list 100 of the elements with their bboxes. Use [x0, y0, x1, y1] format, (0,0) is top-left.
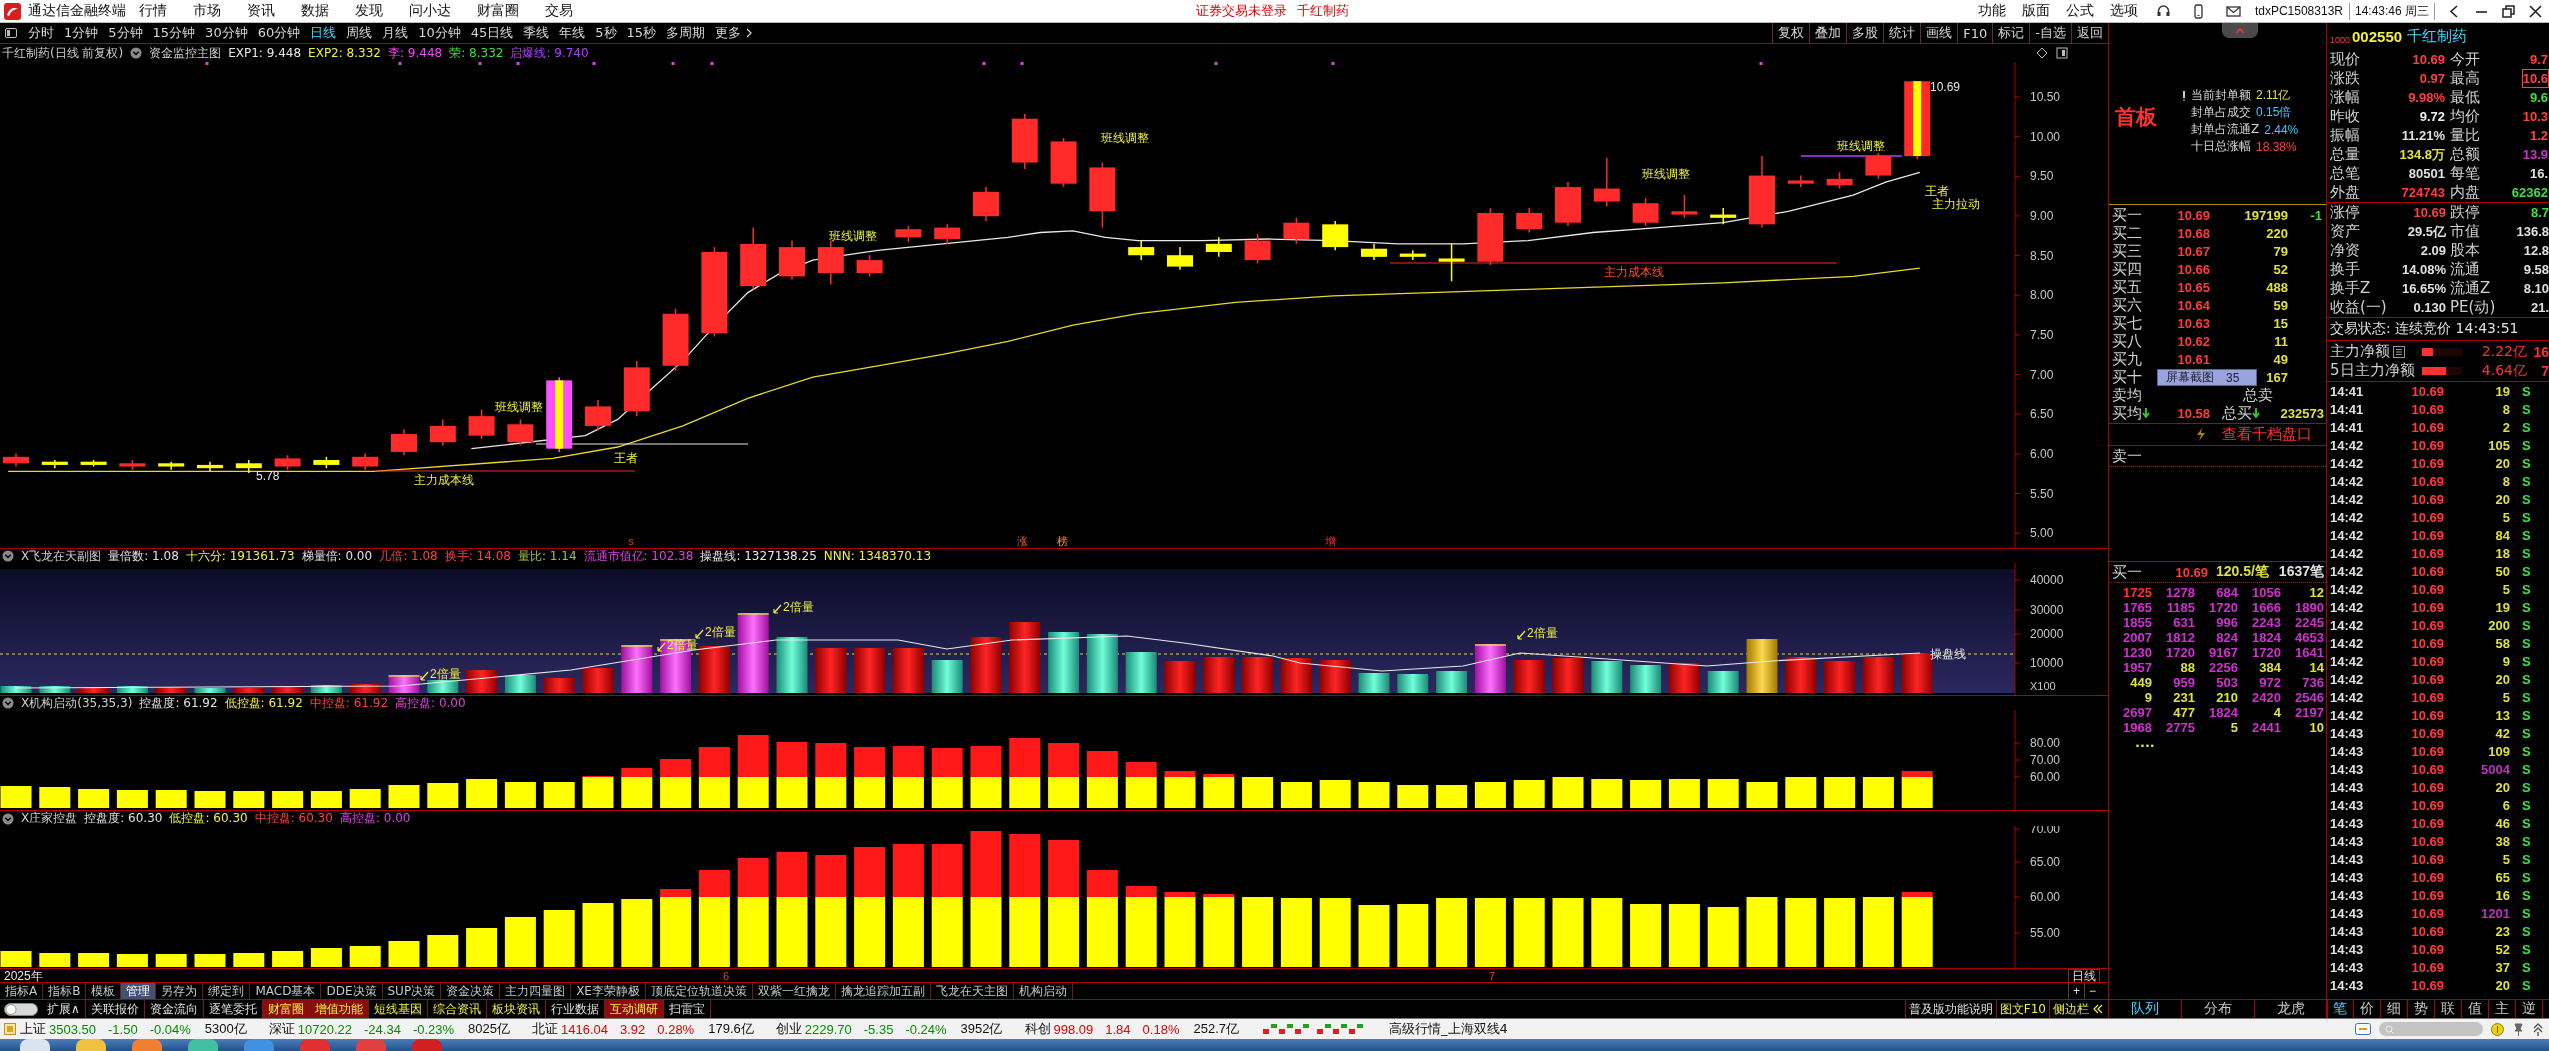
menu-item[interactable]: 发现 — [342, 2, 396, 20]
index-name[interactable]: 北证 — [532, 1020, 558, 1038]
tick-side: S — [2521, 797, 2532, 813]
control-bar — [621, 768, 653, 808]
candle — [1128, 239, 1155, 261]
period-tab[interactable]: 1分钟 — [59, 24, 104, 42]
tick-side: S — [2521, 545, 2532, 561]
volume-bar — [1707, 671, 1739, 693]
candle — [507, 418, 534, 447]
toolbar-button[interactable]: F10 — [1957, 23, 1993, 43]
volume-bar — [815, 648, 847, 693]
menu-item[interactable]: 公式 — [2057, 2, 2102, 20]
coin-icon[interactable] — [2491, 1022, 2504, 1036]
queue-order-cell-text: 684 — [2215, 585, 2238, 601]
queue-order-cell-text: 12 — [2308, 585, 2324, 601]
menu-item[interactable]: 数据 — [288, 2, 342, 20]
toolbar-button[interactable]: 复权 — [1772, 23, 1810, 43]
period-tab[interactable]: 分时 — [23, 24, 59, 42]
period-tab[interactable]: 15分钟 — [147, 24, 201, 42]
control-bar — [1397, 904, 1429, 967]
toolbar-button[interactable]: 多股 — [1846, 23, 1884, 43]
period-tab[interactable]: 年线 — [554, 24, 591, 42]
toolbar-button[interactable]: 返回 — [2071, 23, 2108, 43]
menu-item[interactable]: 资讯 — [234, 2, 288, 20]
tick-side: S — [2521, 509, 2532, 525]
period-tab[interactable]: 季线 — [518, 24, 555, 42]
control-bar — [1319, 898, 1351, 967]
sidebar-toggle-icon[interactable] — [5, 27, 17, 39]
mail-icon[interactable] — [2225, 3, 2241, 19]
double-chevron-left-icon[interactable] — [2092, 1003, 2104, 1015]
period-tab[interactable]: 30分钟 — [200, 24, 253, 42]
menu-item[interactable]: 行情 — [126, 2, 180, 20]
menu-item[interactable]: 问小达 — [396, 2, 464, 20]
list-icon[interactable] — [2393, 345, 2405, 358]
taskbar-app-icon[interactable] — [20, 1039, 50, 1051]
control-bar — [892, 746, 924, 808]
login-notice[interactable]: 证券交易未登录 — [1196, 2, 1288, 20]
menu-item[interactable]: 版面 — [2013, 2, 2058, 20]
toggle-switch-icon[interactable] — [4, 1002, 38, 1016]
period-tab[interactable]: 周线 — [341, 24, 378, 42]
function-tab[interactable]: 互动调研 — [604, 1000, 664, 1018]
index-name[interactable]: 上证 — [20, 1020, 46, 1038]
panel-icon[interactable] — [2056, 47, 2068, 59]
indicator-title[interactable]: 资金监控主图 — [149, 44, 222, 62]
toolbar-button[interactable]: -自选 — [2029, 23, 2071, 43]
indicator-value: 中控盘: 61.92 — [309, 694, 389, 712]
period-tab[interactable]: 月线 — [377, 24, 414, 42]
headset-icon[interactable] — [2155, 3, 2171, 19]
depth-link[interactable]: 查看千档盘口 — [2109, 424, 2326, 446]
queue-order-cell-text: 1968 — [2122, 720, 2152, 736]
pin-icon[interactable] — [2512, 1022, 2525, 1036]
collapse-tab[interactable] — [2222, 23, 2258, 38]
indicator-title[interactable]: X飞龙在天副图 — [21, 547, 102, 565]
arrows-up-icon[interactable] — [2533, 1022, 2543, 1036]
period-tab[interactable]: 60分钟 — [252, 24, 306, 42]
period-tab[interactable]: 15秒 — [621, 24, 662, 42]
menu-item[interactable]: 交易 — [532, 2, 586, 20]
close-icon[interactable] — [2529, 4, 2542, 18]
control-bar — [1125, 762, 1157, 808]
function-tab[interactable]: 增值功能 — [309, 1000, 369, 1018]
toolbar-button[interactable]: 统计 — [1883, 23, 1921, 43]
tick-time: 14:43 — [2330, 923, 2365, 939]
queue-per-order: 120.5/笔 — [2216, 563, 2269, 582]
period-tab[interactable]: 5秒 — [590, 24, 622, 42]
period-tab[interactable]: 5分钟 — [103, 24, 148, 42]
tick-side: S — [2521, 437, 2532, 453]
keyboard-icon[interactable] — [2355, 1023, 2371, 1035]
menu-item[interactable]: 市场 — [180, 2, 234, 20]
tick-price: 10.69 — [2410, 527, 2444, 543]
control-bar — [970, 746, 1002, 808]
index-name[interactable]: 科创 — [1024, 1020, 1051, 1038]
more-button[interactable]: 更多 — [710, 24, 744, 42]
menu-item[interactable]: 财富圈 — [464, 2, 532, 20]
indicator-title[interactable]: X庄家控盘 — [21, 810, 78, 827]
tick-side: S — [2521, 599, 2532, 615]
taskbar-app-icon[interactable] — [76, 1039, 106, 1051]
toolbar-button[interactable]: 标记 — [1992, 23, 2030, 43]
indicator-title[interactable]: X机构启动(35,35,3) — [21, 694, 133, 712]
tick-side: S — [2521, 491, 2532, 507]
diamond-icon[interactable] — [2036, 47, 2048, 59]
period-tab[interactable]: 多周期 — [661, 24, 711, 42]
menu-item[interactable]: 选项 — [2101, 2, 2146, 20]
restore-icon[interactable] — [2502, 4, 2515, 18]
toolbar-button[interactable]: 叠加 — [1809, 23, 1847, 43]
tick-volume: 6 — [2502, 797, 2510, 813]
menu-item[interactable]: 功能 — [1969, 2, 2014, 20]
control-bar — [233, 791, 265, 808]
index-name[interactable]: 深证 — [268, 1020, 295, 1038]
search-field[interactable] — [2379, 1022, 2483, 1036]
indicator-tab[interactable]: 管理 — [121, 983, 157, 999]
period-tab[interactable]: 45日线 — [465, 24, 519, 42]
period-tab[interactable]: 日线 — [305, 24, 342, 42]
control-bar — [854, 747, 886, 808]
index-name[interactable]: 创业 — [775, 1020, 802, 1038]
tick-price: 10.69 — [2410, 653, 2444, 669]
toolbar-button[interactable]: 画线 — [1920, 23, 1958, 43]
period-tab[interactable]: 10分钟 — [413, 24, 466, 42]
candle — [934, 223, 961, 245]
control-bar — [1358, 782, 1390, 808]
function-tab[interactable]: 财富圈 — [262, 1000, 310, 1018]
